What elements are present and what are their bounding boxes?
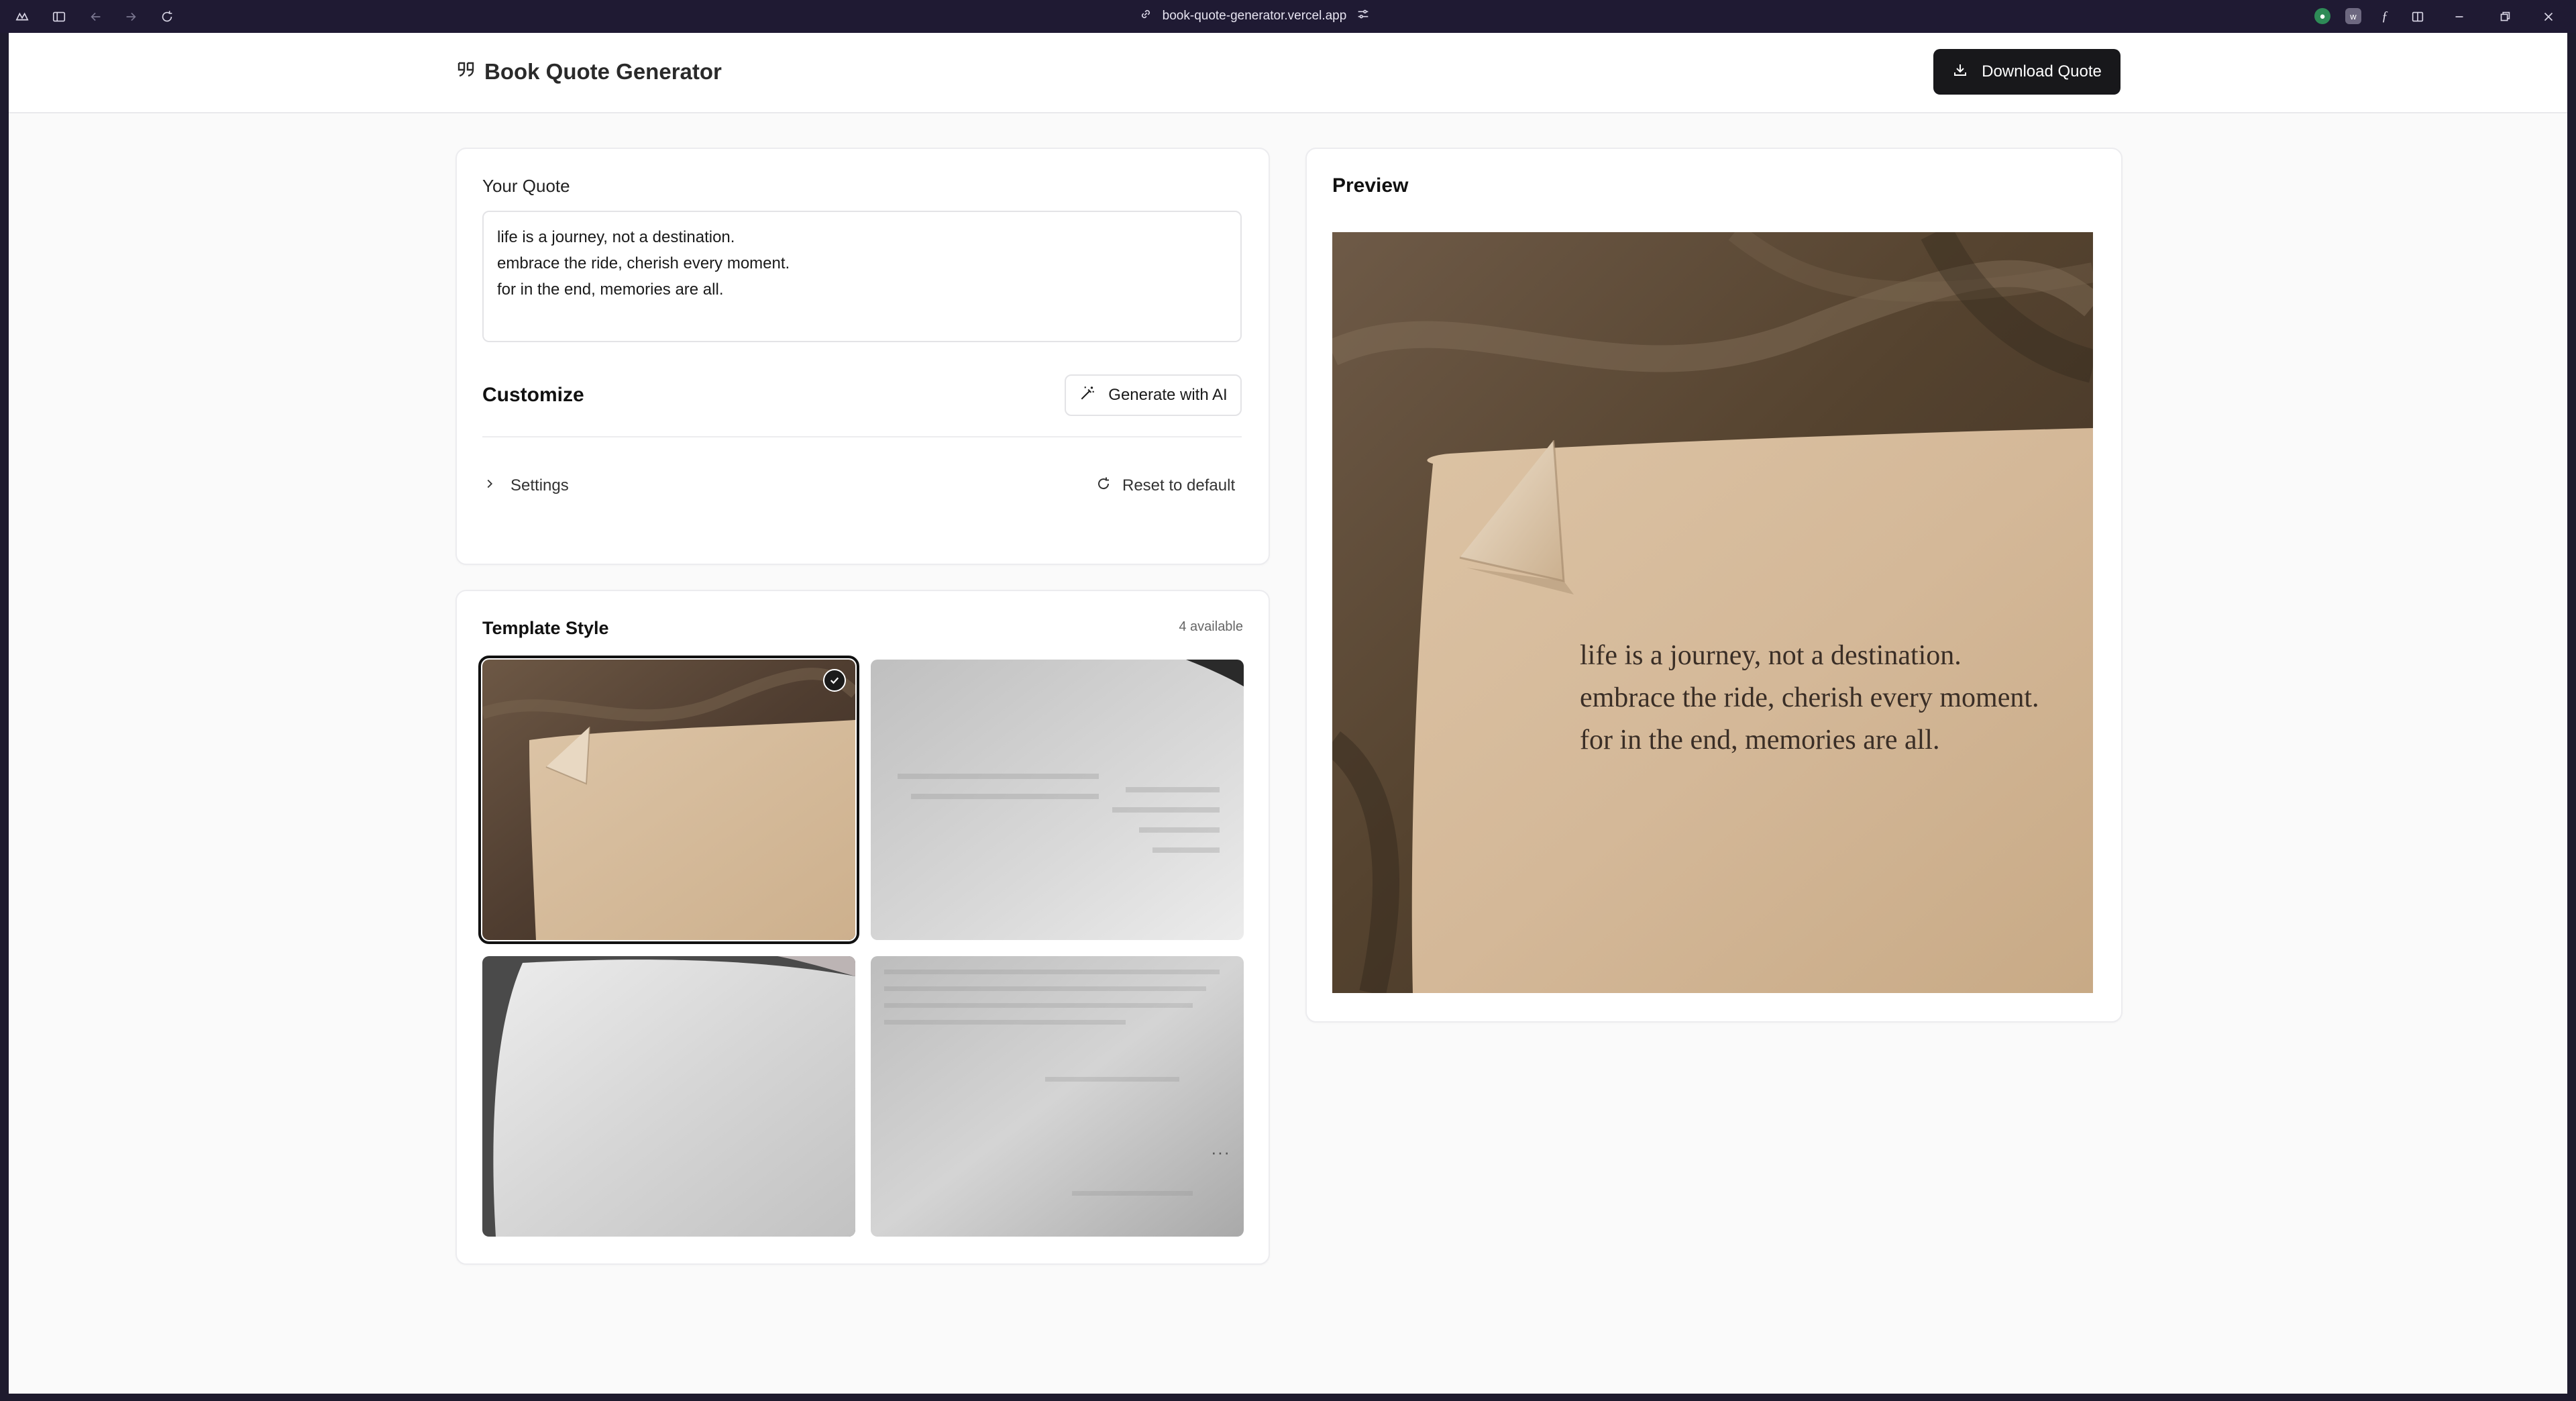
selected-check-icon (823, 669, 846, 692)
app-header: Book Quote Generator Download Quote (9, 33, 2567, 113)
template-thumbnail-4[interactable]: ··· (871, 956, 1244, 1237)
more-options-icon[interactable]: ··· (1211, 1142, 1230, 1163)
sidebar-toggle-icon[interactable] (50, 8, 68, 25)
download-quote-button[interactable]: Download Quote (1933, 49, 2121, 95)
download-icon (1952, 62, 1968, 83)
template-style-title: Template Style (482, 618, 609, 638)
split-view-icon[interactable] (2409, 8, 2426, 25)
chevron-right-icon (482, 476, 497, 496)
extension-fx-icon[interactable]: ƒ (2377, 8, 2393, 24)
site-settings-icon[interactable] (1356, 7, 1371, 25)
browser-toolbar: book-quote-generator.vercel.app ● w ƒ (0, 0, 2576, 33)
preview-quote-line: life is a journey, not a destination. (1580, 640, 1962, 671)
url-text[interactable]: book-quote-generator.vercel.app (1163, 9, 1347, 23)
forward-icon[interactable] (122, 8, 140, 25)
app-page: Book Quote Generator Download Quote Your… (9, 33, 2567, 1394)
quote-line: life is a journey, not a destination. (497, 228, 735, 246)
generate-with-ai-button[interactable]: Generate with AI (1065, 374, 1242, 416)
extension-green-icon[interactable]: ● (2314, 8, 2330, 24)
reset-icon (1095, 476, 1112, 497)
download-quote-label: Download Quote (1982, 62, 2102, 81)
quote-card: Your Quote life is a journey, not a dest… (455, 148, 1270, 565)
preview-card: Preview life is a journey, not a destina… (1305, 148, 2123, 1023)
preview-title: Preview (1332, 174, 1409, 197)
link-icon (1138, 7, 1153, 25)
preview-quote-line: for in the end, memories are all. (1580, 725, 1940, 756)
quote-label: Your Quote (482, 176, 570, 196)
reset-label: Reset to default (1122, 476, 1236, 495)
reset-to-default-button[interactable]: Reset to default (1095, 472, 1235, 499)
settings-label: Settings (511, 476, 569, 495)
white-page-thumbnail (482, 956, 855, 1237)
quote-icon (456, 59, 476, 85)
preview-image: life is a journey, not a destination. em… (1332, 232, 2093, 993)
faded-page-thumbnail (871, 956, 1244, 1237)
template-style-card: Template Style 4 available ··· (455, 590, 1270, 1265)
extension-w-icon[interactable]: w (2345, 8, 2361, 24)
preview-quote-line: embrace the ride, cherish every moment. (1580, 682, 2039, 713)
browser-logo-icon[interactable] (13, 8, 31, 25)
preview-background (1332, 232, 2093, 993)
back-icon[interactable] (87, 8, 105, 25)
brand: Book Quote Generator (456, 58, 722, 85)
generate-with-ai-label: Generate with AI (1108, 386, 1228, 404)
quote-textarea[interactable]: life is a journey, not a destination. em… (482, 211, 1242, 342)
blurred-page-thumbnail (871, 660, 1244, 940)
address-bar[interactable]: book-quote-generator.vercel.app (1127, 5, 1382, 27)
app-title: Book Quote Generator (484, 59, 722, 84)
close-window-icon[interactable] (2540, 8, 2557, 25)
settings-toggle[interactable]: Settings (482, 472, 569, 499)
quote-line: embrace the ride, cherish every moment. (497, 254, 790, 272)
reload-icon[interactable] (158, 8, 176, 25)
restore-icon[interactable] (2496, 8, 2514, 25)
template-thumbnail-1[interactable] (478, 656, 859, 944)
preview-quote-text: life is a journey, not a destination. em… (1580, 635, 2039, 762)
customize-title: Customize (482, 384, 584, 406)
templates-available-count: 4 available (1179, 619, 1243, 634)
quote-line: for in the end, memories are all. (497, 280, 724, 299)
template-thumbnail-2[interactable] (871, 660, 1244, 940)
customize-divider (482, 436, 1242, 437)
minimize-icon[interactable] (2451, 8, 2468, 25)
crumpled-page-thumbnail (482, 660, 855, 940)
template-thumbnail-3[interactable] (482, 956, 855, 1237)
magic-wand-icon (1079, 384, 1096, 407)
